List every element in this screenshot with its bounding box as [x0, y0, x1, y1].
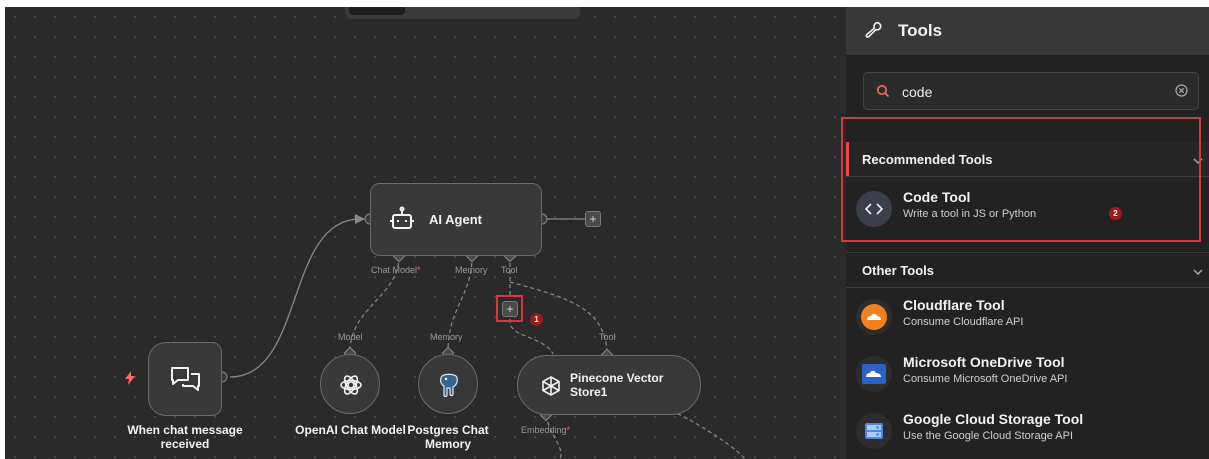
tools-panel: Tools Recommended Tools Code Tool Write … [841, 7, 1209, 459]
tool-item-onedrive[interactable]: Microsoft OneDrive Tool Consume Microsof… [846, 348, 1209, 400]
workflow-canvas[interactable]: AI Agent + Chat Model* Memory Tool + 1 W… [5, 7, 846, 459]
chat-bubbles-icon [169, 365, 201, 400]
tool-item-google-cloud-storage[interactable]: Google Cloud Storage Tool Use the Google… [846, 405, 1209, 457]
other-tools-label: Other Tools [862, 263, 934, 278]
step-badge-1: 1 [530, 313, 543, 326]
onedrive-icon [856, 356, 892, 392]
openai-chat-model-label: OpenAI Chat Model [295, 423, 406, 437]
tool-search-box[interactable] [863, 72, 1199, 110]
tool-name: Google Cloud Storage Tool [903, 411, 1084, 427]
openai-icon [339, 373, 363, 402]
tool-description: Consume Microsoft OneDrive API [903, 373, 1068, 385]
port-label-memory-in: Memory [430, 332, 463, 342]
tool-description: Consume Cloudflare API [903, 316, 1024, 328]
agent-add-output-button[interactable]: + [585, 211, 601, 227]
pinecone-icon [540, 375, 562, 402]
tool-item-cloudflare[interactable]: Cloudflare Tool Consume Cloudflare API [846, 291, 1209, 343]
port-label-tool-in: Tool [599, 332, 616, 342]
highlight-recommended-tools [841, 117, 1201, 242]
ai-agent-node[interactable]: AI Agent [370, 183, 542, 256]
cloudflare-icon [856, 299, 892, 335]
openai-chat-model-node[interactable] [320, 354, 380, 414]
chevron-down-icon [1193, 264, 1203, 282]
port-label-memory: Memory [455, 265, 488, 275]
tool-description: Use the Google Cloud Storage API [903, 430, 1073, 442]
highlight-add-tool [496, 295, 523, 322]
pinecone-vector-store-node[interactable]: Pinecone Vector Store1 [517, 355, 701, 415]
chat-trigger-node[interactable] [148, 342, 222, 416]
trigger-bolt-icon [124, 371, 136, 390]
tools-panel-header: Tools [846, 7, 1209, 55]
postgres-chat-memory-node[interactable] [418, 354, 478, 414]
postgres-elephant-icon [437, 372, 461, 403]
tools-panel-title: Tools [898, 21, 943, 40]
port-label-model: Model [338, 332, 363, 342]
port-label-embedding: Embedding* [521, 425, 571, 435]
chat-trigger-label: When chat message received [127, 423, 243, 451]
tool-search-input[interactable] [900, 81, 1164, 103]
search-icon [876, 84, 890, 103]
pinecone-title: Pinecone Vector Store1 [570, 371, 664, 399]
other-tools-header[interactable]: Other Tools [846, 253, 1209, 287]
ai-agent-title: AI Agent [429, 212, 482, 227]
port-label-tool: Tool [501, 265, 518, 275]
postgres-chat-memory-label: Postgres Chat Memory [407, 423, 489, 451]
wrench-icon [865, 21, 883, 44]
robot-icon [389, 206, 415, 237]
port-label-chat-model: Chat Model* [371, 265, 421, 275]
google-cloud-storage-icon [856, 413, 892, 449]
clear-search-icon[interactable] [1175, 84, 1188, 102]
tool-name: Microsoft OneDrive Tool [903, 354, 1065, 370]
tool-name: Cloudflare Tool [903, 297, 1005, 313]
